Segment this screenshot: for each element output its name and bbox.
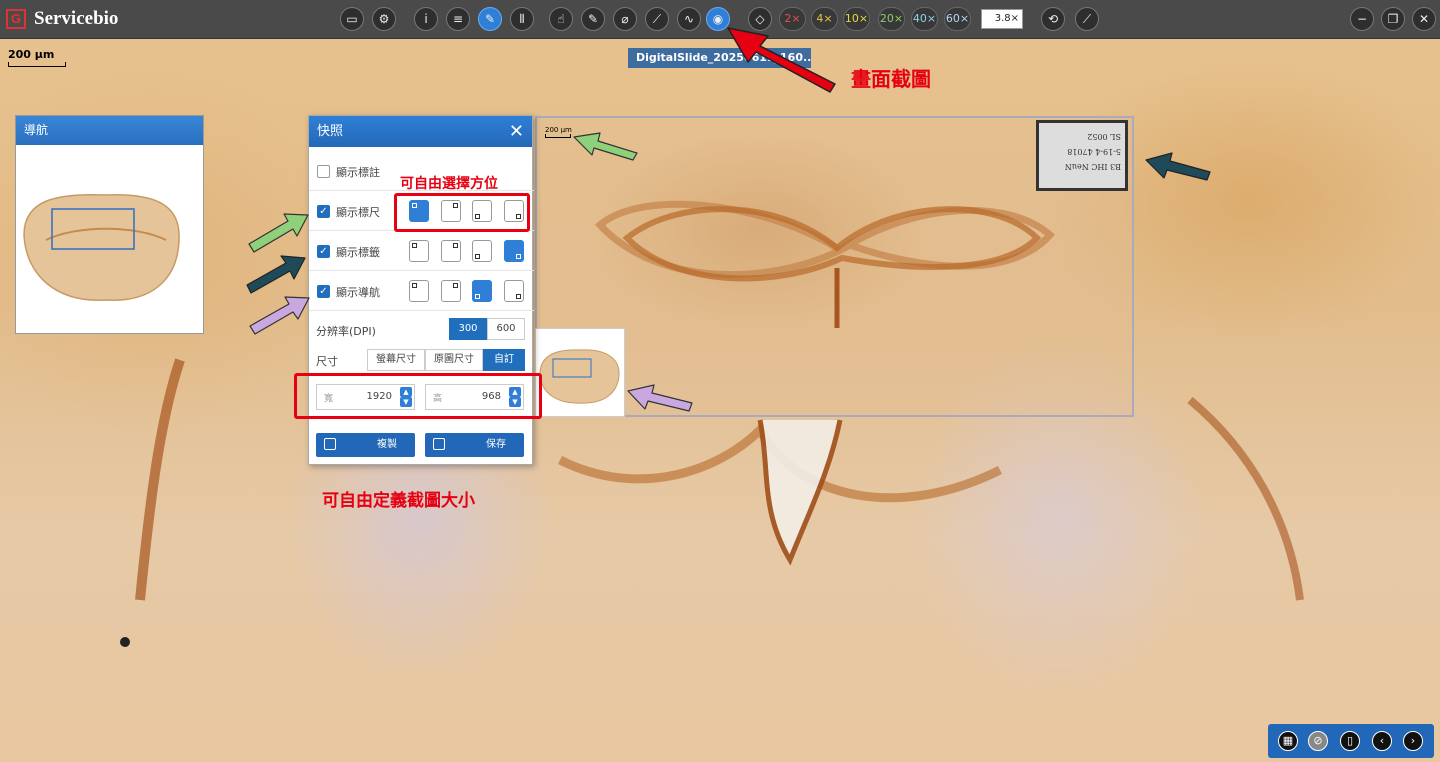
position-corner-option[interactable] bbox=[441, 280, 461, 302]
top-toolbar: G Servicebio ▭ ⚙ i ≡ ✎ ⦀ ☝ ✎ ⌀ ⟋ ∿ ◉ ◇ 2× 4× 10× 20× 40×… bbox=[0, 0, 1440, 39]
snapshot-icon[interactable]: ◉ bbox=[706, 7, 730, 31]
app-title: Servicebio bbox=[34, 8, 119, 29]
annotation-free-position: 可自由選擇方位 bbox=[400, 176, 498, 192]
edit-icon[interactable]: ✎ bbox=[581, 7, 605, 31]
size-screen-option[interactable]: 螢幕尺寸 bbox=[367, 349, 425, 371]
pen-icon[interactable]: ✎ bbox=[478, 7, 502, 31]
chevron-left-icon[interactable]: ‹ bbox=[1372, 731, 1392, 751]
resolution-row: 分辨率(DPI) 300 600 bbox=[309, 313, 534, 345]
preview-slide-label: B3 IHC NeuN 5-19-4 47018 SL 0052 bbox=[1036, 120, 1128, 191]
resolution-label: 分辨率(DPI) bbox=[316, 325, 376, 338]
zoom-1-button[interactable]: 4× bbox=[811, 7, 838, 31]
zoom-3-button[interactable]: 20× bbox=[878, 7, 905, 31]
ruler-icon[interactable]: ⟋ bbox=[1075, 7, 1099, 31]
navigator-title: 導航 bbox=[16, 116, 203, 145]
zoom-2-button[interactable]: 10× bbox=[843, 7, 870, 31]
snapshot-dialog-title: 快照 bbox=[317, 124, 344, 139]
scale-bar-line bbox=[8, 62, 66, 67]
zoom-5-button[interactable]: 60× bbox=[944, 7, 971, 31]
position-corner-option[interactable] bbox=[504, 280, 524, 302]
settings-icon[interactable]: ⚙ bbox=[372, 7, 396, 31]
dpi-300-option[interactable]: 300 bbox=[449, 318, 487, 340]
option-checkbox[interactable]: ✓ bbox=[317, 205, 330, 218]
snapshot-dialog-header: 快照 ✕ bbox=[309, 116, 532, 147]
option-label: 顯示標尺 bbox=[336, 206, 380, 219]
disabled-link-icon[interactable]: ⊘ bbox=[1308, 731, 1328, 751]
annotation-screenshot: 畫面截圖 bbox=[851, 67, 931, 91]
minimize-icon[interactable]: − bbox=[1350, 7, 1374, 31]
size-custom-option[interactable]: 自訂 bbox=[483, 349, 525, 371]
option-checkbox[interactable]: ✓ bbox=[317, 285, 330, 298]
size-label: 尺寸 bbox=[316, 355, 338, 368]
size-row: 尺寸 螢幕尺寸 原圖尺寸 自訂 bbox=[309, 345, 534, 375]
navigator-thumbnail[interactable] bbox=[16, 145, 203, 333]
restore-icon[interactable]: ❐ bbox=[1381, 7, 1405, 31]
slide-icon[interactable]: ▯ bbox=[1340, 731, 1360, 751]
zoom-level-input[interactable]: 3.8× bbox=[981, 9, 1023, 29]
option-label: 顯示標籤 bbox=[336, 246, 380, 259]
option-label: 顯示導航 bbox=[336, 286, 380, 299]
file-tab[interactable]: DigitalSlide_20250611_160... bbox=[628, 48, 811, 68]
zoom-4-button[interactable]: 40× bbox=[911, 7, 938, 31]
option-row: ✓ 顯示導航 bbox=[309, 273, 534, 311]
info-icon[interactable]: i bbox=[414, 7, 438, 31]
copy-icon bbox=[324, 438, 336, 450]
close-icon[interactable]: ✕ bbox=[509, 116, 524, 147]
rotate-icon[interactable]: ⟲ bbox=[1041, 7, 1065, 31]
save-button-label: 保存 bbox=[486, 439, 506, 450]
logo-icon: G bbox=[6, 9, 26, 29]
annotation-free-size: 可自由定義截圖大小 bbox=[322, 491, 475, 511]
copy-button-label: 複製 bbox=[377, 439, 397, 450]
curve-icon[interactable]: ∿ bbox=[677, 7, 701, 31]
save-button[interactable]: 保存 bbox=[425, 433, 524, 457]
option-row: ✓ 顯示標籤 bbox=[309, 233, 534, 271]
hand-icon[interactable]: ☝ bbox=[549, 7, 573, 31]
barcode-icon[interactable]: ⦀ bbox=[510, 7, 534, 31]
eraser-icon[interactable]: ⌀ bbox=[613, 7, 637, 31]
position-corner-option[interactable] bbox=[409, 240, 429, 262]
save-icon bbox=[433, 438, 445, 450]
open-folder-icon[interactable]: ▭ bbox=[340, 7, 364, 31]
zoom-0-button[interactable]: 2× bbox=[779, 7, 806, 31]
navigator-panel: 導航 bbox=[15, 115, 204, 334]
chevron-right-icon[interactable]: › bbox=[1403, 731, 1423, 751]
slide-label-line: SL 0052 bbox=[1087, 132, 1121, 141]
option-checkbox[interactable]: ✓ bbox=[317, 245, 330, 258]
position-corner-option[interactable] bbox=[472, 280, 492, 302]
bottom-toolbar: ▦ ⊘ ▯ ‹ › bbox=[1268, 724, 1434, 758]
size-highlight-box bbox=[294, 373, 542, 419]
position-corner-option[interactable] bbox=[441, 240, 461, 262]
option-checkbox[interactable] bbox=[317, 165, 330, 178]
close-icon[interactable]: ✕ bbox=[1412, 7, 1436, 31]
scale-bar-label: 200 µm bbox=[8, 48, 55, 61]
dpi-600-option[interactable]: 600 bbox=[487, 318, 525, 340]
option-label: 顯示標註 bbox=[336, 166, 380, 179]
position-corner-option[interactable] bbox=[472, 240, 492, 262]
measure-icon[interactable]: ⟋ bbox=[645, 7, 669, 31]
position-corner-option[interactable] bbox=[504, 240, 524, 262]
slide-label-line: 5-19-4 47018 bbox=[1067, 147, 1121, 156]
position-corner-option[interactable] bbox=[409, 280, 429, 302]
preview-navigator bbox=[535, 328, 625, 417]
slide-label-line: B3 IHC NeuN bbox=[1064, 162, 1121, 171]
size-original-option[interactable]: 原圖尺寸 bbox=[425, 349, 483, 371]
scale-bar: 200 µm bbox=[8, 48, 66, 67]
app-logo: G Servicebio bbox=[6, 8, 118, 30]
list-icon[interactable]: ≡ bbox=[446, 7, 470, 31]
position-highlight-box bbox=[394, 193, 530, 232]
fit-icon[interactable]: ◇ bbox=[748, 7, 772, 31]
copy-button[interactable]: 複製 bbox=[316, 433, 415, 457]
grid-icon[interactable]: ▦ bbox=[1278, 731, 1298, 751]
